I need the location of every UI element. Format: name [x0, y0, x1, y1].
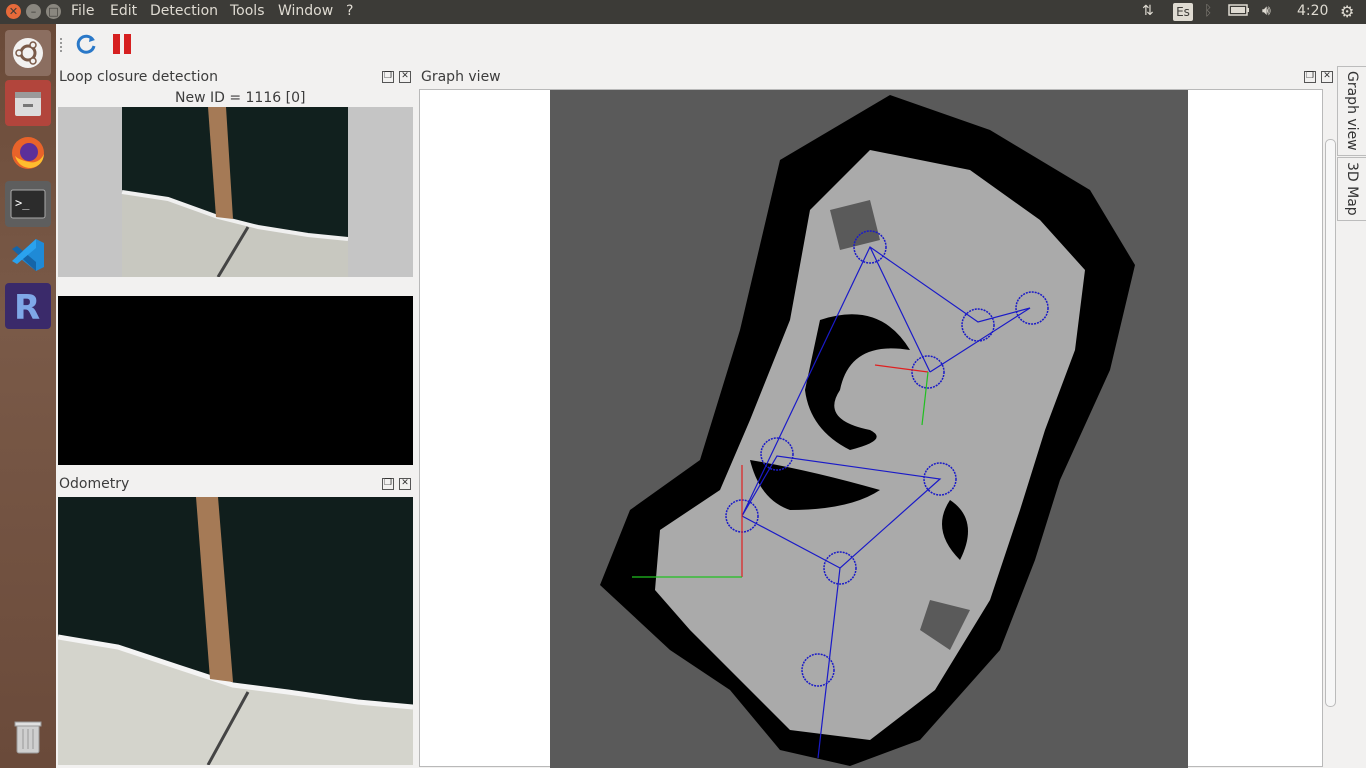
menu-file[interactable]: File [71, 3, 94, 19]
toolbar [56, 24, 1366, 66]
window-minimize-button[interactable]: – [26, 4, 41, 19]
battery-icon[interactable] [1228, 3, 1250, 21]
float-icon[interactable]: ❐ [382, 478, 394, 490]
keyboard-layout-indicator[interactable]: Es [1173, 3, 1193, 21]
toolbar-grip[interactable] [60, 38, 65, 52]
tab-3d-map-label: 3D Map [1344, 162, 1360, 216]
ubuntu-logo-icon[interactable] [5, 30, 51, 76]
volume-icon[interactable]: 🔊︎ [1262, 3, 1271, 19]
pause-icon[interactable] [110, 32, 134, 56]
graph-view-panel-title: Graph view [421, 69, 501, 85]
float-icon[interactable]: ❐ [1304, 71, 1316, 83]
menu-window[interactable]: Window [278, 3, 333, 19]
close-icon[interactable]: ✕ [399, 71, 411, 83]
tab-graph-view-label: Graph view [1344, 71, 1360, 151]
scrollbar-thumb[interactable] [1325, 139, 1336, 707]
odometry-panel-title: Odometry [59, 476, 130, 492]
menu-help[interactable]: ? [346, 3, 353, 19]
window-close-button[interactable]: ✕ [6, 4, 21, 19]
menu-detection[interactable]: Detection [150, 3, 218, 19]
bluetooth-icon[interactable]: ᛒ [1204, 3, 1212, 19]
rstudio-icon[interactable]: R [5, 283, 51, 329]
tab-graph-view[interactable]: Graph view [1337, 66, 1366, 156]
svg-text:>_: >_ [15, 196, 30, 210]
loop-closure-image [58, 107, 413, 277]
launcher: >_ R [0, 24, 56, 768]
loop-closure-panel-title: Loop closure detection [59, 69, 218, 85]
svg-text:R: R [14, 288, 40, 325]
network-icon[interactable]: ⇅ [1142, 3, 1154, 19]
window-maximize-button[interactable]: □ [46, 4, 61, 19]
clock[interactable]: 4:20 [1297, 3, 1328, 19]
odometry-image [58, 497, 413, 765]
terminal-icon[interactable]: >_ [5, 181, 51, 227]
firefox-icon[interactable] [5, 130, 51, 176]
tab-3d-map[interactable]: 3D Map [1337, 157, 1366, 221]
occupancy-grid-map[interactable] [550, 90, 1188, 768]
new-id-label: New ID = 1116 [0] [175, 90, 306, 106]
file-manager-icon[interactable] [5, 80, 51, 126]
menu-tools[interactable]: Tools [230, 3, 265, 19]
refresh-icon[interactable] [74, 32, 98, 56]
close-icon[interactable]: ✕ [1321, 71, 1333, 83]
vscode-icon[interactable] [5, 232, 51, 278]
loop-closure-match-view [58, 296, 413, 465]
trash-icon[interactable] [5, 714, 51, 760]
float-icon[interactable]: ❐ [382, 71, 394, 83]
top-panel: ✕ – □ File Edit Detection Tools Window ?… [0, 0, 1366, 24]
system-gear-icon[interactable]: ⚙ [1340, 2, 1354, 21]
menu-edit[interactable]: Edit [110, 3, 137, 19]
close-icon[interactable]: ✕ [399, 478, 411, 490]
